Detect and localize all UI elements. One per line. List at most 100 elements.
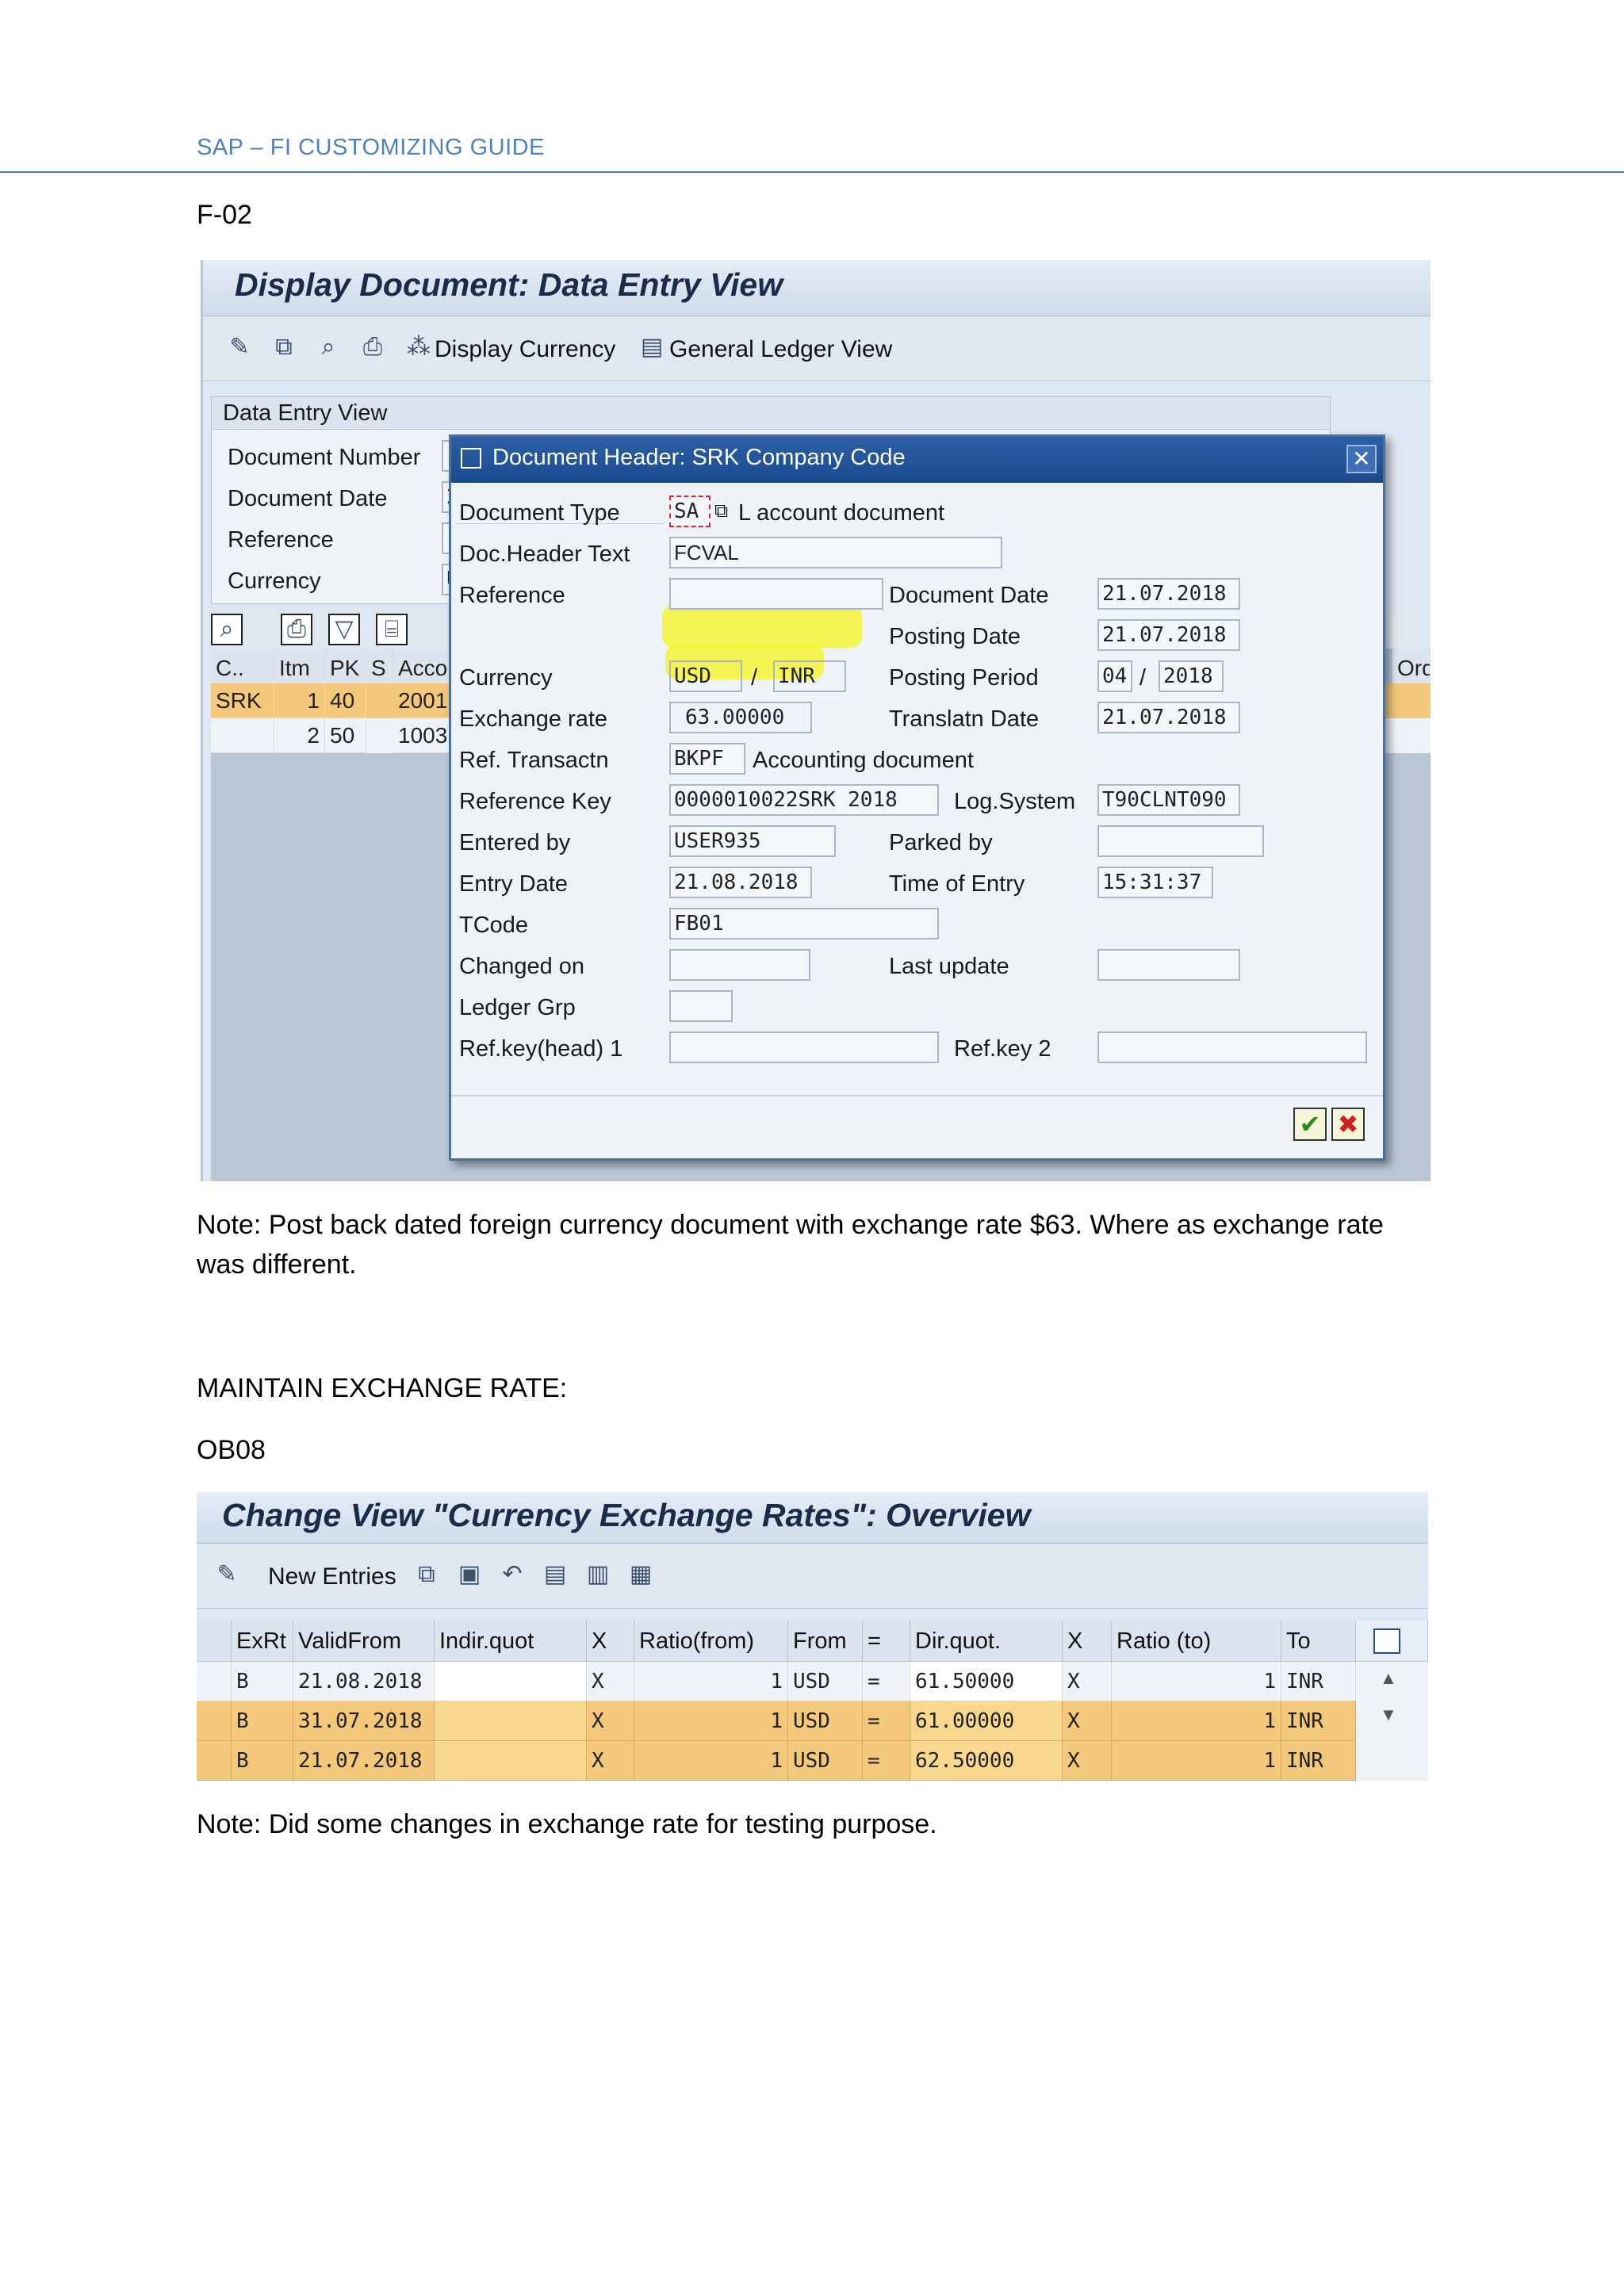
- undo-change-icon[interactable]: ↶: [498, 1560, 527, 1589]
- exchange-rate-field[interactable]: 63.00000: [669, 702, 812, 733]
- entry-date-field[interactable]: 21.08.2018: [669, 867, 812, 898]
- ledger-grp-field[interactable]: [669, 990, 733, 1022]
- column-header-indir-quot[interactable]: Indir.quot: [435, 1621, 587, 1662]
- posting-year-field[interactable]: 2018: [1159, 660, 1224, 692]
- dialog-edit-icon: [461, 448, 481, 469]
- filter-icon[interactable]: ▽: [328, 614, 360, 645]
- cell-indir-quot[interactable]: [435, 1741, 587, 1781]
- delete-icon[interactable]: ▣: [455, 1560, 484, 1589]
- cell-indir-quot[interactable]: [435, 1701, 587, 1741]
- row-selector-header[interactable]: [197, 1621, 232, 1662]
- find-icon[interactable]: ⌸: [376, 614, 408, 645]
- application-toolbar: ✎ New Entries ⧉ ▣ ↶ ▤ ▥ ▦: [197, 1544, 1428, 1609]
- reference-key-field[interactable]: 0000010022SRK 2018: [669, 784, 939, 816]
- document-tree-icon[interactable]: ⧉: [270, 333, 298, 362]
- doc-header-text-field[interactable]: FCVAL: [669, 537, 1002, 568]
- table-settings-icon[interactable]: [1373, 1628, 1400, 1654]
- tcode-label: TCode: [459, 913, 529, 938]
- select-all-icon[interactable]: ▤: [541, 1560, 569, 1589]
- display-currency-button[interactable]: Display Currency: [435, 336, 615, 363]
- document-date-label: Document Date: [228, 486, 388, 511]
- posting-date-field[interactable]: 21.07.2018: [1097, 619, 1240, 651]
- document-date-label: Document Date: [889, 583, 1049, 608]
- column-header-ratio-to[interactable]: Ratio (to): [1112, 1621, 1281, 1662]
- scroll-up-icon[interactable]: ▲: [1380, 1668, 1397, 1689]
- cell-dir-quot[interactable]: 61.50000: [910, 1662, 1063, 1701]
- document-type-label: Document Type: [459, 500, 620, 526]
- cell-validfrom: 21.08.2018: [293, 1662, 435, 1701]
- select-block-icon[interactable]: ▥: [584, 1560, 612, 1589]
- cell-dir-quot[interactable]: 62.50000: [910, 1741, 1063, 1781]
- deselect-all-icon[interactable]: ▦: [626, 1560, 655, 1589]
- document-type-field[interactable]: SA: [669, 496, 710, 527]
- vertical-scrollbar[interactable]: ▲ ▼: [1356, 1662, 1428, 1781]
- posting-date-label: Posting Date: [889, 624, 1021, 649]
- edit-pencil-icon[interactable]: ✎: [225, 333, 254, 362]
- header-rule: [0, 171, 1624, 173]
- row-selector[interactable]: [197, 1741, 232, 1781]
- grid-cell-pk: 40: [325, 683, 366, 718]
- entered-by-field[interactable]: USER935: [669, 825, 836, 857]
- grid-header-pk[interactable]: PK: [325, 649, 366, 688]
- grid-header-c[interactable]: C..: [211, 649, 274, 688]
- table-row[interactable]: B 21.07.2018 X 1 USD = 62.50000 X 1 INR: [197, 1741, 1356, 1781]
- parked-by-field[interactable]: [1097, 825, 1264, 857]
- row-selector[interactable]: [197, 1662, 232, 1701]
- new-entries-button[interactable]: New Entries: [268, 1563, 396, 1590]
- ref-key-head1-field[interactable]: [669, 1031, 939, 1063]
- grid-header-ord[interactable]: Ord: [1392, 649, 1431, 688]
- grid-header-itm[interactable]: Itm: [274, 649, 325, 688]
- document-type-text: L account document: [738, 500, 945, 526]
- currency-from-field[interactable]: USD: [669, 660, 742, 692]
- column-header-to[interactable]: To: [1281, 1621, 1356, 1662]
- translatn-date-field[interactable]: 21.07.2018: [1097, 702, 1240, 733]
- column-header-x1[interactable]: X: [587, 1621, 634, 1662]
- general-ledger-view-button[interactable]: General Ledger View: [669, 336, 892, 363]
- cell-to: INR: [1281, 1662, 1356, 1701]
- column-header-eq[interactable]: =: [863, 1621, 910, 1662]
- currency-to-field[interactable]: INR: [773, 660, 846, 692]
- column-header-from[interactable]: From: [788, 1621, 863, 1662]
- column-header-validfrom[interactable]: ValidFrom: [293, 1621, 435, 1662]
- cell-indir-quot[interactable]: [435, 1662, 587, 1701]
- column-header-ratio-from[interactable]: Ratio(from): [634, 1621, 788, 1662]
- close-icon[interactable]: ✕: [1346, 445, 1377, 473]
- edit-pencil-icon[interactable]: ✎: [213, 1560, 241, 1589]
- cell-validfrom: 21.07.2018: [293, 1741, 435, 1781]
- confirm-check-icon[interactable]: ✔: [1293, 1108, 1327, 1141]
- cell-x1: X: [587, 1662, 634, 1701]
- changed-on-field[interactable]: [669, 949, 810, 981]
- scroll-down-icon[interactable]: ▼: [1380, 1705, 1397, 1725]
- cell-dir-quot[interactable]: 61.00000: [910, 1701, 1063, 1741]
- tcode-field[interactable]: FB01: [669, 908, 939, 939]
- column-header-dir-quot[interactable]: Dir.quot.: [910, 1621, 1063, 1662]
- last-update-field[interactable]: [1097, 949, 1240, 981]
- copy-icon[interactable]: ⧉: [714, 500, 728, 522]
- column-header-exrt[interactable]: ExRt: [232, 1621, 293, 1662]
- grid-header-s[interactable]: S: [366, 649, 393, 688]
- row-selector[interactable]: [197, 1701, 232, 1741]
- copy-as-icon[interactable]: ⧉: [412, 1560, 441, 1589]
- document-date-field[interactable]: 21.07.2018: [1097, 578, 1240, 610]
- column-header-x2[interactable]: X: [1063, 1621, 1112, 1662]
- details-icon[interactable]: ⌕: [211, 614, 243, 645]
- currency-icon[interactable]: ⁂: [404, 333, 433, 362]
- print-list-icon[interactable]: ⎙: [281, 614, 312, 645]
- table-row[interactable]: B 21.08.2018 X 1 USD = 61.50000 X 1 INR: [197, 1662, 1356, 1701]
- display-magnify-icon[interactable]: ⌕: [314, 333, 343, 362]
- reference-label: Reference: [228, 527, 334, 553]
- ref-key2-field[interactable]: [1097, 1031, 1367, 1063]
- cancel-x-icon[interactable]: ✖: [1331, 1108, 1365, 1141]
- print-icon[interactable]: ⎙: [358, 333, 387, 362]
- ref-transactn-field[interactable]: BKPF: [669, 743, 745, 775]
- ref-key-head1-label: Ref.key(head) 1: [459, 1036, 623, 1062]
- reference-field[interactable]: [669, 578, 883, 610]
- posting-period-field[interactable]: 04: [1097, 660, 1132, 692]
- screen-title-bar: Change View "Currency Exchange Rates": O…: [197, 1492, 1428, 1544]
- document-number-label: Document Number: [228, 445, 421, 470]
- ledger-view-icon[interactable]: ▤: [638, 333, 666, 362]
- table-row[interactable]: B 31.07.2018 X 1 USD = 61.00000 X 1 INR: [197, 1701, 1356, 1741]
- time-of-entry-field[interactable]: 15:31:37: [1097, 867, 1213, 898]
- cell-from: USD: [788, 1741, 863, 1781]
- log-system-field[interactable]: T90CLNT090: [1097, 784, 1240, 816]
